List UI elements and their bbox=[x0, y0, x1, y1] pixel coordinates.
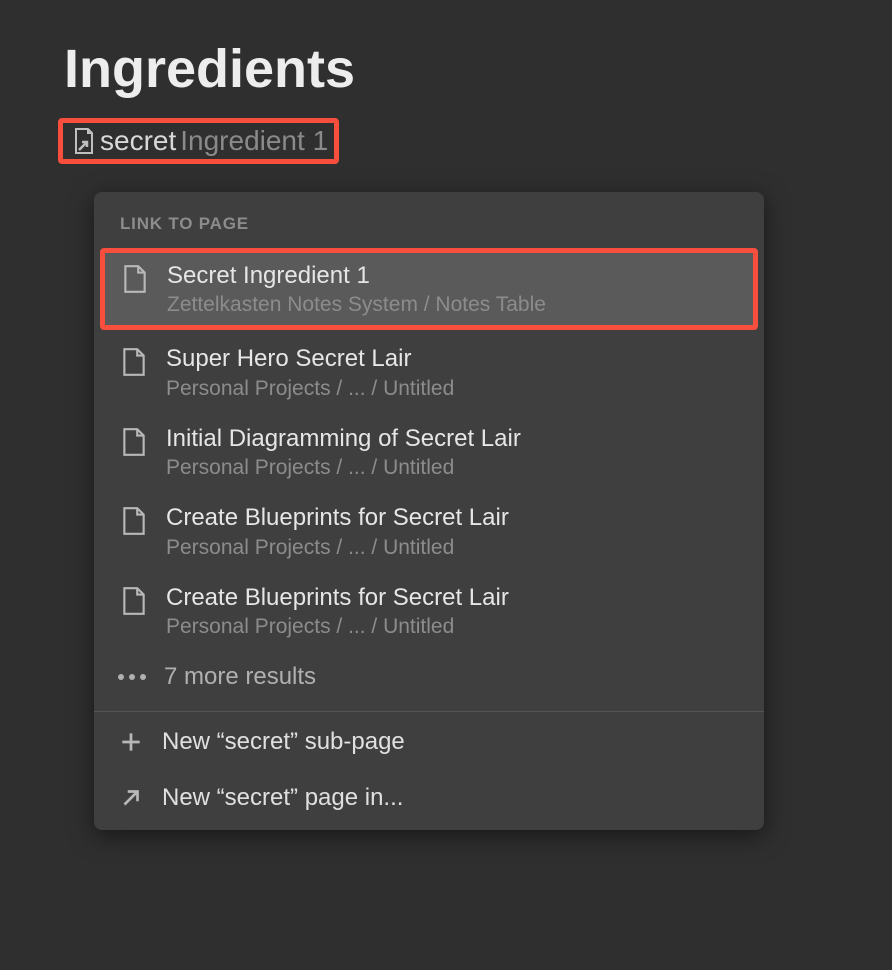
result-path: Personal Projects / ... / Untitled bbox=[166, 456, 521, 480]
result-title: Secret Ingredient 1 bbox=[167, 260, 546, 292]
more-results-row[interactable]: 7 more results bbox=[94, 650, 764, 709]
result-path: Personal Projects / ... / Untitled bbox=[166, 377, 454, 401]
action-text: New “secret” page in... bbox=[162, 784, 403, 812]
result-title: Initial Diagramming of Secret Lair bbox=[166, 423, 521, 455]
action-text: New “secret” sub-page bbox=[162, 728, 405, 756]
page-icon bbox=[121, 264, 149, 294]
plus-icon bbox=[118, 729, 144, 755]
result-content: Create Blueprints for Secret Lair Person… bbox=[166, 582, 509, 639]
result-title: Create Blueprints for Secret Lair bbox=[166, 502, 509, 534]
new-page-in-action[interactable]: New “secret” page in... bbox=[94, 770, 764, 830]
page-title: Ingredients bbox=[0, 0, 892, 112]
result-content: Create Blueprints for Secret Lair Person… bbox=[166, 502, 509, 559]
link-to-page-dropdown: LINK TO PAGE Secret Ingredient 1 Zettelk… bbox=[94, 192, 764, 830]
new-subpage-action[interactable]: New “secret” sub-page bbox=[94, 714, 764, 770]
result-title: Create Blueprints for Secret Lair bbox=[166, 582, 509, 614]
search-result-item[interactable]: Create Blueprints for Secret Lair Person… bbox=[100, 571, 758, 650]
result-path: Personal Projects / ... / Untitled bbox=[166, 615, 509, 639]
result-path: Personal Projects / ... / Untitled bbox=[166, 536, 509, 560]
search-result-item[interactable]: Initial Diagramming of Secret Lair Perso… bbox=[100, 412, 758, 491]
search-result-item[interactable]: Create Blueprints for Secret Lair Person… bbox=[100, 491, 758, 570]
link-ghost-text: Ingredient 1 bbox=[180, 125, 328, 157]
arrow-upright-icon bbox=[118, 785, 144, 811]
ellipsis-icon bbox=[118, 673, 146, 681]
page-icon bbox=[120, 506, 148, 536]
link-typed-text: secret bbox=[100, 125, 176, 157]
result-path: Zettelkasten Notes System / Notes Table bbox=[167, 293, 546, 317]
page-icon bbox=[120, 586, 148, 616]
result-content: Super Hero Secret Lair Personal Projects… bbox=[166, 343, 454, 400]
page-link-icon bbox=[69, 126, 99, 156]
search-result-item[interactable]: Super Hero Secret Lair Personal Projects… bbox=[100, 332, 758, 411]
page-icon bbox=[120, 347, 148, 377]
link-to-page-input-row[interactable]: secret Ingredient 1 bbox=[58, 118, 339, 164]
result-title: Super Hero Secret Lair bbox=[166, 343, 454, 375]
result-content: Secret Ingredient 1 Zettelkasten Notes S… bbox=[167, 260, 546, 317]
divider bbox=[94, 711, 764, 712]
search-result-item[interactable]: Secret Ingredient 1 Zettelkasten Notes S… bbox=[100, 248, 758, 330]
more-results-text: 7 more results bbox=[164, 663, 316, 691]
section-header-link-to-page: LINK TO PAGE bbox=[94, 210, 764, 248]
page-icon bbox=[120, 427, 148, 457]
result-content: Initial Diagramming of Secret Lair Perso… bbox=[166, 423, 521, 480]
